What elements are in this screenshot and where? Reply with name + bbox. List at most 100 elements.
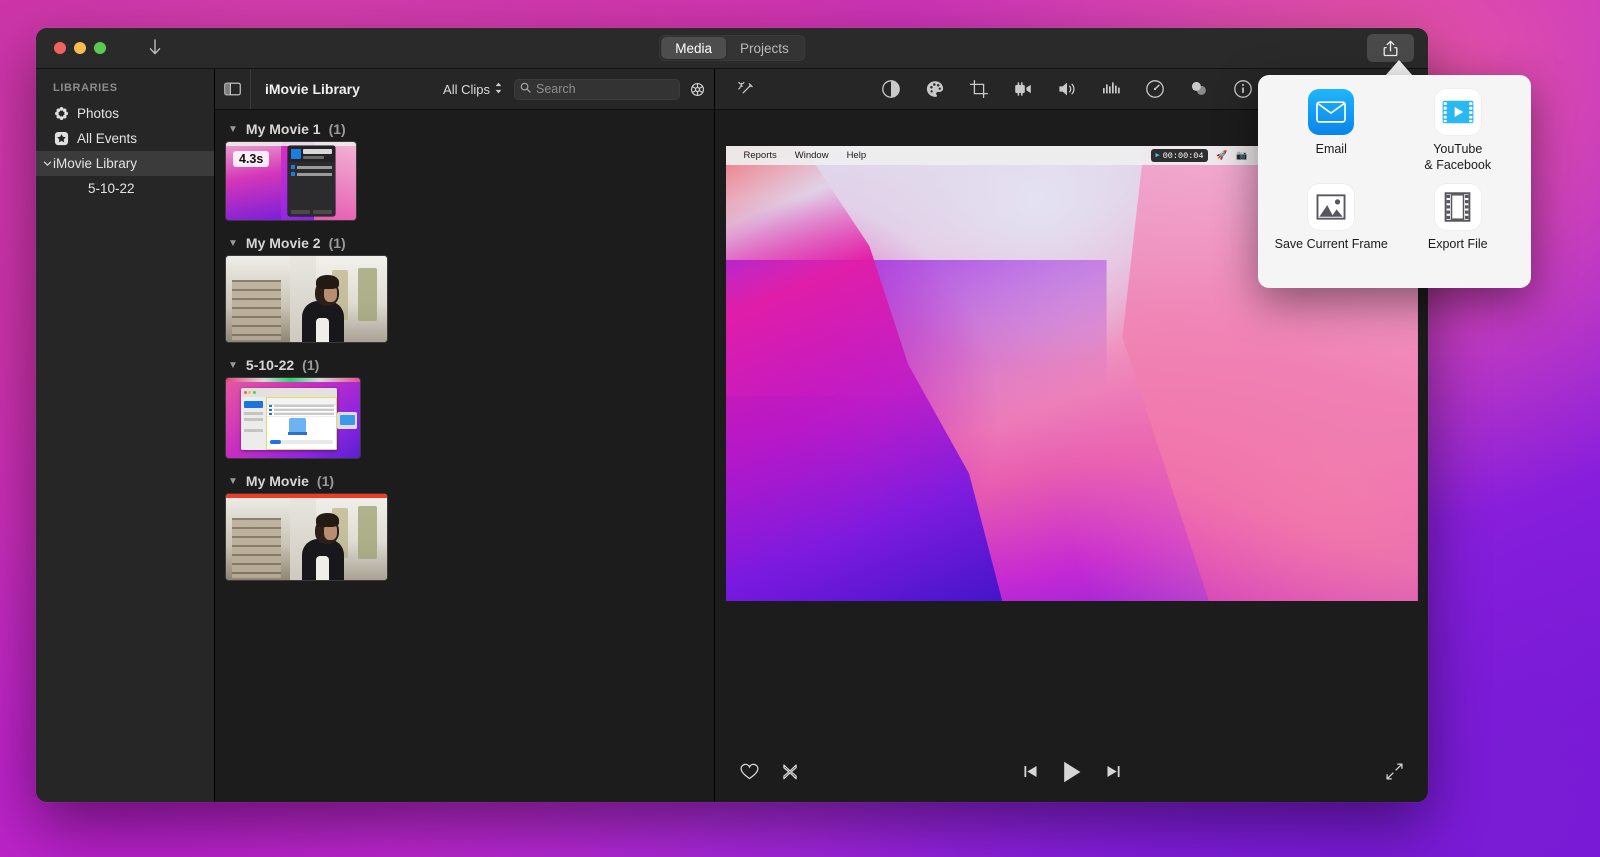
rating-controls (739, 762, 800, 786)
share-option-label: YouTube & Facebook (1424, 142, 1491, 173)
rocket-icon: 🚀 (1216, 150, 1228, 160)
clip-group: ▼ 5-10-22 (1) (226, 357, 714, 458)
sidebar-item-5-10-22[interactable]: 5-10-22 (36, 176, 214, 201)
color-correction-icon[interactable] (924, 78, 946, 100)
minimize-button[interactable] (74, 42, 86, 54)
browser-toolbar: iMovie Library All Clips Search (215, 69, 714, 110)
title-bar: Media Projects (36, 28, 1428, 69)
popover-pointer (1385, 60, 1413, 76)
download-arrow-icon[interactable] (147, 37, 163, 59)
tab-media[interactable]: Media (661, 37, 726, 59)
imovie-window: Media Projects LIBRARIES Photos All Even… (36, 28, 1428, 802)
color-balance-icon[interactable] (880, 78, 902, 100)
clip-group-title: My Movie 2 (245, 235, 321, 251)
transport-controls (715, 746, 1428, 802)
search-placeholder: Search (536, 82, 576, 96)
sidebar-item-all-events[interactable]: All Events (36, 126, 214, 151)
photos-icon (53, 106, 69, 122)
magic-wand-icon[interactable] (731, 80, 761, 99)
clip-group-header[interactable]: ▼ My Movie (1) (228, 473, 714, 489)
share-option-label-line1: YouTube (1433, 142, 1483, 156)
stabilization-icon[interactable] (1012, 78, 1034, 100)
noise-reduction-icon[interactable] (1100, 78, 1122, 100)
crop-icon[interactable] (968, 78, 990, 100)
info-icon[interactable] (1232, 78, 1254, 100)
menu-item-reports: Reports (743, 150, 777, 161)
share-popover[interactable]: Email YouTube & Facebook Save Current Fr… (1258, 75, 1531, 288)
sidebar-item-label: Photos (77, 106, 120, 121)
play-icon[interactable] (1061, 760, 1083, 789)
menu-item-help: Help (846, 150, 867, 161)
play-glyph: ▶ (1155, 152, 1160, 160)
clip-group-title: My Movie (245, 473, 309, 489)
sidebar-item-label: iMovie Library (53, 156, 138, 171)
clip-duration-badge: 4.3s (233, 151, 270, 167)
export-file-icon (1434, 183, 1481, 230)
clip-group: ▼ My Movie 2 (1) (226, 235, 714, 342)
clip-thumbnail[interactable] (226, 378, 360, 458)
clip-filter-dropdown[interactable]: All Clips (443, 81, 503, 98)
media-projects-segmented-control[interactable]: Media Projects (659, 35, 805, 61)
sidebar-item-photos[interactable]: Photos (36, 101, 214, 126)
playback-controls (1022, 760, 1122, 789)
media-browser: iMovie Library All Clips Search ▼ My Mov… (215, 69, 715, 802)
timer-value: 00:00:04 (1162, 150, 1204, 161)
chevron-down-icon[interactable] (42, 151, 53, 176)
clip-thumbnail[interactable] (226, 256, 387, 342)
skip-forward-icon[interactable] (1105, 763, 1122, 785)
viewer-tool-buttons[interactable] (880, 78, 1310, 100)
updown-chevron-icon (494, 81, 503, 98)
clip-group-header[interactable]: ▼ My Movie 1 (1) (228, 121, 714, 137)
disclosure-triangle-icon[interactable]: ▼ (228, 360, 238, 371)
share-button[interactable] (1367, 34, 1414, 62)
clip-group-header[interactable]: ▼ My Movie 2 (1) (228, 235, 714, 251)
clip-filter-label: All Clips (443, 81, 490, 97)
share-option-label: Export File (1427, 236, 1488, 251)
zoom-button[interactable] (94, 42, 106, 54)
sidebar-item-label: All Events (77, 131, 138, 146)
sidebar-item-imovie-library[interactable]: iMovie Library (36, 151, 214, 176)
menu-item-window: Window (794, 150, 829, 161)
clip-group-count: (1) (328, 121, 346, 137)
filters-icon[interactable] (1188, 78, 1210, 100)
clip-group-count: (1) (328, 235, 346, 251)
disclosure-triangle-icon[interactable]: ▼ (228, 124, 238, 135)
search-input[interactable]: Search (514, 78, 680, 100)
share-option-export-file[interactable]: Export File (1395, 183, 1522, 279)
screen-recording-timer: ▶ 00:00:04 (1151, 149, 1208, 162)
disclosure-triangle-icon[interactable]: ▼ (228, 238, 238, 249)
fullscreen-control (1385, 762, 1404, 786)
share-option-label: Save Current Frame (1274, 236, 1388, 251)
speed-icon[interactable] (1144, 78, 1166, 100)
sidebar-section-title: LIBRARIES (53, 82, 118, 94)
sidebar-toggle-icon[interactable] (215, 69, 251, 109)
skip-back-icon[interactable] (1022, 763, 1039, 785)
clip-group-title: 5-10-22 (245, 357, 295, 373)
share-option-youtube-facebook[interactable]: YouTube & Facebook (1395, 89, 1522, 184)
email-icon (1308, 89, 1355, 135)
close-button[interactable] (54, 42, 66, 54)
tab-projects[interactable]: Projects (726, 37, 803, 59)
search-icon (520, 80, 531, 98)
share-option-save-current-frame[interactable]: Save Current Frame (1268, 183, 1395, 279)
clip-group-title: My Movie 1 (245, 121, 321, 137)
disclosure-triangle-icon[interactable]: ▼ (228, 476, 238, 487)
sidebar: LIBRARIES Photos All Events iMovie Libra… (36, 69, 215, 802)
reject-x-icon[interactable] (780, 762, 800, 786)
screenshot-icon: 📷 (1236, 150, 1248, 160)
sidebar-item-label: 5-10-22 (88, 181, 135, 196)
clip-list[interactable]: ▼ My Movie 1 (1) 4.3s ▼ My Movie 2 (1) ▼… (215, 110, 714, 802)
expand-icon[interactable] (1385, 763, 1404, 785)
gear-icon[interactable] (680, 81, 714, 98)
heart-icon[interactable] (739, 762, 760, 786)
clip-group-count: (1) (302, 357, 320, 373)
clip-group-count: (1) (316, 473, 335, 489)
clip-group-header[interactable]: ▼ 5-10-22 (1) (228, 357, 714, 373)
clip-thumbnail[interactable] (226, 494, 387, 580)
volume-icon[interactable] (1056, 78, 1078, 100)
clip-thumbnail[interactable]: 4.3s (226, 142, 356, 220)
share-option-label: Email (1315, 142, 1347, 156)
window-controls (54, 42, 106, 54)
clip-used-indicator (226, 494, 387, 498)
share-option-email[interactable]: Email (1268, 89, 1395, 184)
